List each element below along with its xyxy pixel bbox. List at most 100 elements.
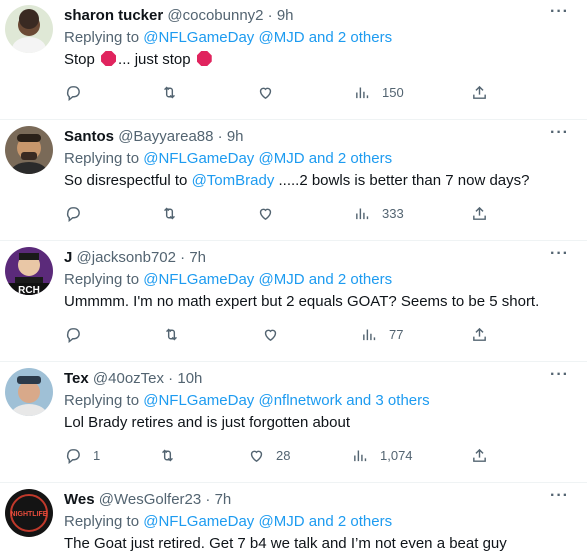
more-options-icon[interactable]: ··· <box>550 487 569 505</box>
views-button[interactable]: 77 <box>361 324 403 344</box>
replying-to-label: Replying to <box>64 150 144 167</box>
tweet-actions: 333 <box>64 203 494 223</box>
replying-to-links[interactable]: @NFLGameDay @MJD and 2 others <box>143 271 392 288</box>
replying-to-links[interactable]: @NFLGameDay @MJD and 2 others <box>143 513 392 530</box>
tweet[interactable]: NIGHTLIFE Wes @WesGolfer23 · 7h ··· Repl… <box>0 484 587 554</box>
retweet-icon <box>164 86 175 98</box>
replying-to-label: Replying to <box>64 271 144 288</box>
avatar[interactable] <box>5 126 53 174</box>
tweet[interactable]: Tex @40ozTex · 10h ··· Replying to @NFLG… <box>0 363 587 483</box>
reply-icon <box>66 85 80 101</box>
retweet-button[interactable] <box>161 82 189 102</box>
reply-button[interactable]: 1 <box>65 445 100 465</box>
tweet-actions: 1 28 1,074 <box>64 445 494 465</box>
user-handle[interactable]: @40ozTex <box>93 370 164 387</box>
separator-dot: · <box>175 249 190 266</box>
stop-sign-icon <box>196 51 212 66</box>
user-handle[interactable]: @WesGolfer23 <box>99 491 202 508</box>
mention-link[interactable]: @TomBrady <box>192 172 275 189</box>
more-options-icon[interactable]: ··· <box>550 245 569 263</box>
views-chart-icon <box>356 208 369 219</box>
avatar[interactable] <box>5 5 53 53</box>
tweet-text-part: ... just stop <box>118 51 195 68</box>
views-button[interactable]: 333 <box>354 203 404 223</box>
retweet-icon <box>162 449 173 461</box>
tweet-text-part: So disrespectful to <box>64 172 192 189</box>
replying-to: Replying to @NFLGameDay @nflnetwork and … <box>64 391 430 411</box>
like-button[interactable]: 28 <box>248 445 290 465</box>
like-button[interactable] <box>257 203 285 223</box>
replying-to-links[interactable]: @NFLGameDay @nflnetwork and 3 others <box>143 392 429 409</box>
share-button[interactable] <box>471 82 488 102</box>
more-options-icon[interactable]: ··· <box>550 124 569 142</box>
heart-icon <box>250 450 263 462</box>
like-button[interactable] <box>262 324 290 344</box>
like-button[interactable] <box>257 82 285 102</box>
avatar[interactable]: RCH <box>5 247 53 295</box>
reply-icon <box>66 206 80 222</box>
reply-icon <box>66 327 80 343</box>
share-icon <box>473 85 486 99</box>
tweet-text: Ummmm. I'm no math expert but 2 equals G… <box>64 293 540 310</box>
share-button[interactable] <box>471 445 488 465</box>
avatar[interactable] <box>5 368 53 416</box>
user-handle[interactable]: @jacksonb702 <box>77 249 176 266</box>
tweet-header: Wes @WesGolfer23 · 7h <box>64 491 231 509</box>
replying-to-label: Replying to <box>64 29 144 46</box>
tweet-header: Tex @40ozTex · 10h <box>64 370 202 388</box>
stop-sign-icon <box>101 51 117 66</box>
views-chart-icon <box>354 450 367 461</box>
retweet-button[interactable] <box>161 203 189 223</box>
user-handle[interactable]: @Bayyarea88 <box>118 128 213 145</box>
timestamp[interactable]: 7h <box>189 249 206 266</box>
display-name[interactable]: Tex <box>64 370 89 387</box>
share-icon <box>473 327 486 341</box>
timestamp[interactable]: 10h <box>177 370 202 387</box>
more-options-icon[interactable]: ··· <box>550 366 569 384</box>
views-button[interactable]: 1,074 <box>352 445 413 465</box>
tweet-actions: 150 <box>64 82 494 102</box>
tweet[interactable]: RCH J @jacksonb702 · 7h ··· Replying to … <box>0 242 587 362</box>
tweet-header: Santos @Bayyarea88 · 9h <box>64 128 244 146</box>
view-count: 333 <box>382 205 404 221</box>
display-name[interactable]: Santos <box>64 128 114 145</box>
timestamp[interactable]: 9h <box>277 7 294 24</box>
heart-icon <box>264 329 277 341</box>
tweet[interactable]: Santos @Bayyarea88 · 9h ··· Replying to … <box>0 121 587 241</box>
display-name[interactable]: J <box>64 249 72 266</box>
retweet-button[interactable] <box>159 445 187 465</box>
reply-button[interactable] <box>65 203 93 223</box>
view-count: 150 <box>382 84 404 100</box>
tweet-text: Lol Brady retires and is just forgotten … <box>64 414 350 431</box>
replying-to: Replying to @NFLGameDay @MJD and 2 other… <box>64 149 392 169</box>
views-chart-icon <box>363 329 376 340</box>
replying-to-links[interactable]: @NFLGameDay @MJD and 2 others <box>143 150 392 167</box>
tweet-text-part: .....2 bowls is better than 7 now days? <box>274 172 530 189</box>
replying-to: Replying to @NFLGameDay @MJD and 2 other… <box>64 28 392 48</box>
tweet[interactable]: sharon tucker @cocobunny2 · 9h ··· Reply… <box>0 0 587 120</box>
reply-button[interactable] <box>65 324 93 344</box>
tweet-actions: 77 <box>64 324 494 344</box>
reply-icon <box>66 448 80 464</box>
more-options-icon[interactable]: ··· <box>550 3 569 21</box>
share-button[interactable] <box>471 203 488 223</box>
timestamp[interactable]: 9h <box>227 128 244 145</box>
share-icon <box>473 448 486 462</box>
separator-dot: · <box>164 370 178 387</box>
retweet-button[interactable] <box>163 324 191 344</box>
replying-to-label: Replying to <box>64 392 144 409</box>
heart-icon <box>259 87 272 99</box>
display-name[interactable]: sharon tucker <box>64 7 163 24</box>
share-button[interactable] <box>471 324 488 344</box>
reply-button[interactable] <box>65 82 93 102</box>
replying-to-links[interactable]: @NFLGameDay @MJD and 2 others <box>143 29 392 46</box>
display-name[interactable]: Wes <box>64 491 95 508</box>
share-icon <box>473 206 486 220</box>
user-handle[interactable]: @cocobunny2 <box>167 7 263 24</box>
avatar[interactable]: NIGHTLIFE <box>5 489 53 537</box>
replying-to: Replying to @NFLGameDay @MJD and 2 other… <box>64 270 392 290</box>
tweet-text-part: Stop <box>64 51 100 68</box>
reply-count: 1 <box>93 447 101 463</box>
views-button[interactable]: 150 <box>354 82 404 102</box>
timestamp[interactable]: 7h <box>215 491 232 508</box>
